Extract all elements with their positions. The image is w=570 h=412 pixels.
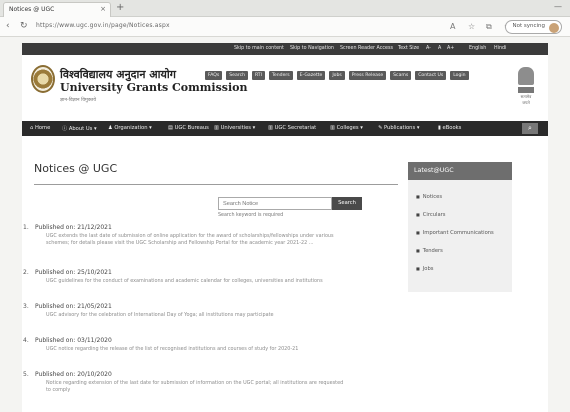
notice-date: Published on: 03/11/2020 bbox=[35, 337, 112, 344]
site-title-hindi: विश्वविद्यालय अनुदान आयोग bbox=[60, 68, 176, 81]
latest-item-notices[interactable]: Notices bbox=[416, 194, 442, 200]
emblem-motto: सत्यमेव जयते bbox=[520, 94, 532, 105]
quick-link-rti[interactable]: RTI bbox=[251, 71, 265, 80]
national-emblem-icon: सत्यमेव जयते bbox=[518, 67, 534, 105]
read-aloud-icon[interactable]: A bbox=[450, 22, 455, 31]
nav-item-organization[interactable]: ♟ Organization ▾ bbox=[108, 125, 152, 131]
nav-item-bureaus[interactable]: ▤ UGC Bureaus bbox=[168, 125, 209, 131]
nav-item-secretariat[interactable]: ▥ UGC Secretariat bbox=[268, 125, 316, 131]
lang-english-link[interactable]: English bbox=[469, 46, 486, 51]
title-divider bbox=[34, 184, 398, 185]
quick-link-jobs[interactable]: Jobs bbox=[329, 71, 345, 80]
search-hint: Search keyword is required bbox=[218, 213, 284, 218]
notice-link[interactable]: UGC advisory for the celebration of Inte… bbox=[46, 312, 346, 319]
accessibility-bar: Skip to main content Skip to Navigation … bbox=[22, 43, 548, 55]
browser-tab[interactable]: Notices @ UGC × bbox=[3, 2, 111, 17]
main-content: Notices @ UGC Search Search keyword is r… bbox=[22, 136, 548, 412]
nav-item-about[interactable]: ⓘ About Us ▾ bbox=[62, 125, 97, 132]
url-field[interactable]: https://www.ugc.gov.in/page/Notices.aspx bbox=[36, 22, 170, 29]
close-tab-icon[interactable]: × bbox=[100, 5, 106, 13]
notice-date: Published on: 21/12/2021 bbox=[35, 224, 112, 231]
notice-date: Published on: 20/10/2020 bbox=[35, 371, 112, 378]
reload-icon[interactable]: ↻ bbox=[20, 21, 28, 31]
notice-number: 4. bbox=[23, 337, 29, 344]
nav-search-button[interactable]: ⌕ bbox=[522, 123, 538, 134]
notice-number: 3. bbox=[23, 303, 29, 310]
notice-number: 1. bbox=[23, 224, 29, 231]
screen-reader-link[interactable]: Screen Reader Access bbox=[340, 46, 393, 51]
nav-item-colleges[interactable]: ▥ Colleges ▾ bbox=[330, 125, 363, 131]
latest-panel-header: Latest@UGC bbox=[408, 162, 512, 180]
text-size-label: Text Size bbox=[398, 46, 420, 51]
latest-item-jobs[interactable]: Jobs bbox=[416, 266, 434, 272]
notice-link[interactable]: UGC extends the last date of submission … bbox=[46, 233, 346, 247]
latest-item-communications[interactable]: Important Communications bbox=[416, 230, 494, 236]
font-large-button[interactable]: A+ bbox=[447, 46, 454, 51]
quick-link-press-release[interactable]: Press Release bbox=[348, 71, 387, 80]
font-small-button[interactable]: A- bbox=[426, 46, 431, 51]
nav-item-universities[interactable]: ▥ Universities ▾ bbox=[214, 125, 255, 131]
browser-tab-bar: Notices @ UGC × + — bbox=[0, 0, 570, 17]
main-nav: ⌂ Home ⓘ About Us ▾ ♟ Organization ▾ ▤ U… bbox=[22, 121, 548, 136]
notice-search-input[interactable] bbox=[218, 197, 332, 210]
latest-panel: Notices Circulars Important Communicatio… bbox=[408, 180, 512, 292]
collections-icon[interactable]: ⧉ bbox=[486, 22, 492, 32]
notice-link[interactable]: Notice regarding extension of the last d… bbox=[46, 380, 346, 394]
nav-item-publications[interactable]: ✎ Publications ▾ bbox=[378, 125, 419, 131]
page-title: Notices @ UGC bbox=[34, 162, 118, 175]
quick-links: FAQs Search RTI Tenders E-Gazette Jobs P… bbox=[205, 71, 471, 80]
skip-nav-link[interactable]: Skip to Navigation bbox=[290, 46, 334, 51]
site-header: विश्वविद्यालय अनुदान आयोग University Gra… bbox=[22, 55, 548, 121]
notice-link[interactable]: UGC guidelines for the conduct of examin… bbox=[46, 278, 346, 285]
lang-hindi-link[interactable]: Hindi bbox=[494, 46, 506, 51]
site-title-english: University Grants Commission bbox=[60, 81, 248, 94]
new-tab-icon[interactable]: + bbox=[116, 2, 124, 13]
avatar bbox=[549, 23, 559, 33]
latest-item-tenders[interactable]: Tenders bbox=[416, 248, 443, 254]
tab-title: Notices @ UGC bbox=[9, 6, 55, 13]
quick-link-search[interactable]: Search bbox=[226, 71, 249, 80]
nav-item-ebooks[interactable]: ▮ eBooks bbox=[438, 125, 461, 131]
notice-search-button[interactable]: Search bbox=[332, 197, 362, 210]
quick-link-contact[interactable]: Contact Us bbox=[415, 71, 447, 80]
notice-number: 5. bbox=[23, 371, 29, 378]
notice-date: Published on: 25/10/2021 bbox=[35, 269, 112, 276]
skip-main-link[interactable]: Skip to main content bbox=[234, 46, 284, 51]
latest-item-circulars[interactable]: Circulars bbox=[416, 212, 446, 218]
profile-button[interactable]: Not syncing bbox=[505, 20, 562, 34]
browser-address-bar: ‹ ↻ https://www.ugc.gov.in/page/Notices.… bbox=[0, 17, 570, 37]
nav-item-home[interactable]: ⌂ Home bbox=[30, 125, 50, 131]
search-icon: ⌕ bbox=[528, 124, 532, 132]
notice-date: Published on: 21/05/2021 bbox=[35, 303, 112, 310]
font-normal-button[interactable]: A bbox=[438, 46, 441, 51]
notice-number: 2. bbox=[23, 269, 29, 276]
notice-link[interactable]: UGC notice regarding the release of the … bbox=[46, 346, 346, 353]
quick-link-egazette[interactable]: E-Gazette bbox=[296, 71, 326, 80]
not-syncing-label: Not syncing bbox=[512, 23, 545, 29]
minimize-window-icon[interactable]: — bbox=[554, 2, 562, 11]
quick-link-scams[interactable]: Scams bbox=[390, 71, 412, 80]
quick-link-login[interactable]: Login bbox=[450, 71, 469, 80]
ugc-logo[interactable] bbox=[31, 65, 55, 93]
quick-link-tenders[interactable]: Tenders bbox=[268, 71, 293, 80]
quick-link-faqs[interactable]: FAQs bbox=[205, 71, 223, 80]
favorite-icon[interactable]: ☆ bbox=[468, 22, 475, 31]
site-tagline: ज्ञान-विज्ञान विमुक्तये bbox=[60, 98, 96, 103]
back-icon[interactable]: ‹ bbox=[6, 21, 10, 31]
